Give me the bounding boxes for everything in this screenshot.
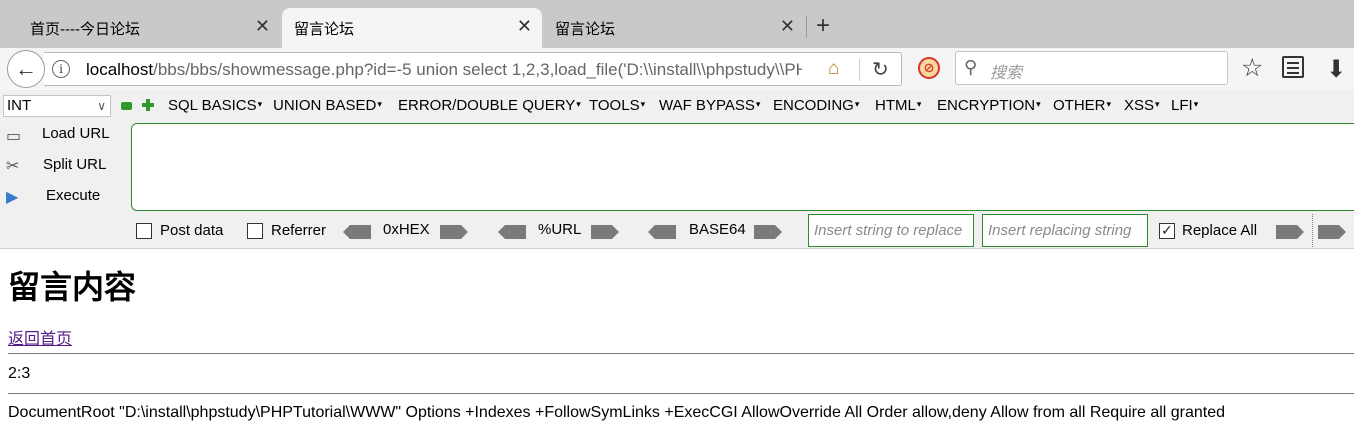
menu-label: WAF BYPASS — [659, 97, 755, 114]
minus-icon[interactable] — [121, 102, 132, 110]
replacing-string-placeholder: Insert replacing string — [988, 222, 1132, 239]
menu-label: ENCODING — [773, 97, 854, 114]
menu-tools[interactable]: TOOLS▾ — [589, 97, 645, 114]
browser-tab[interactable]: 首页----今日论坛 ✕ — [18, 8, 280, 48]
referrer-label: Referrer — [271, 222, 327, 239]
menu-label: ENCRYPTION — [937, 97, 1036, 114]
hackbar-toolbar: INT ∨ SQL BASICS▾ UNION BASED▾ ERROR/DOU… — [0, 90, 1354, 249]
search-placeholder: 搜索 — [990, 65, 1023, 82]
tab-separator — [806, 16, 807, 38]
menu-sql-basics[interactable]: SQL BASICS▾ — [168, 97, 262, 114]
tab-title: 留言论坛 — [294, 21, 355, 38]
hex-encode-arrow-icon[interactable] — [440, 225, 468, 239]
browser-tab[interactable]: 留言论坛 ✕ — [543, 8, 805, 48]
load-url-button[interactable]: Load URL — [42, 125, 110, 142]
type-select-value: INT — [7, 97, 32, 114]
replacing-string-input[interactable]: Insert replacing string — [982, 214, 1148, 247]
replace-all-checkbox[interactable] — [1159, 222, 1175, 239]
menu-union-based[interactable]: UNION BASED▾ — [273, 97, 382, 114]
back-button[interactable]: ← — [7, 50, 45, 88]
url-decode-arrow-icon[interactable] — [498, 225, 526, 239]
reload-icon[interactable]: ↻ — [872, 57, 889, 82]
base64-decode-arrow-icon[interactable] — [648, 225, 676, 239]
menu-label: HTML — [875, 97, 916, 114]
type-select[interactable]: INT ∨ — [3, 95, 111, 117]
menu-encryption[interactable]: ENCRYPTION▾ — [937, 97, 1041, 114]
chevron-down-icon: ∨ — [97, 99, 106, 113]
browser-tab-active[interactable]: 留言论坛 ✕ — [282, 8, 542, 48]
url-host: localhost — [86, 60, 154, 79]
menu-waf-bypass[interactable]: WAF BYPASS▾ — [659, 97, 760, 114]
url-bar[interactable]: i localhost/bbs/bbs/showmessage.php?id=-… — [44, 52, 902, 86]
menu-html[interactable]: HTML▾ — [875, 97, 921, 114]
message-content: DocumentRoot "D:\install\phpstudy\PHPTut… — [8, 404, 1226, 421]
close-tab-icon[interactable]: ✕ — [780, 16, 795, 37]
menu-xss[interactable]: XSS▾ — [1124, 97, 1160, 114]
menu-label: ERROR/DOUBLE QUERY — [398, 97, 576, 114]
split-url-button[interactable]: Split URL — [43, 156, 106, 173]
url-encode-arrow-icon[interactable] — [591, 225, 619, 239]
url-encode-label: %URL — [538, 221, 582, 238]
url-field[interactable]: localhost/bbs/bbs/showmessage.php?id=-5 … — [86, 60, 802, 80]
download-icon[interactable]: ⬇ — [1326, 55, 1346, 84]
menu-lfi[interactable]: LFI▾ — [1171, 97, 1198, 114]
divider — [8, 353, 1354, 354]
bookmark-star-icon[interactable]: ☆ — [1241, 53, 1263, 83]
replace-reverse-arrow-icon[interactable] — [1318, 225, 1346, 239]
hex-label: 0xHEX — [383, 221, 430, 238]
play-icon: ▶ — [6, 189, 19, 206]
menu-error-double-query[interactable]: ERROR/DOUBLE QUERY▾ — [398, 97, 581, 114]
page-title: 留言内容 — [8, 269, 137, 305]
menu-label: XSS — [1124, 97, 1155, 114]
close-tab-icon[interactable]: ✕ — [517, 16, 532, 37]
replace-string-placeholder: Insert string to replace — [814, 222, 963, 239]
message-title: 2:3 — [8, 365, 31, 382]
replace-string-input[interactable]: Insert string to replace — [808, 214, 974, 247]
replace-go-arrow-icon[interactable] — [1276, 225, 1304, 239]
close-tab-icon[interactable]: ✕ — [255, 16, 270, 37]
menu-other[interactable]: OTHER▾ — [1053, 97, 1111, 114]
url-path: /bbs/bbs/showmessage.php?id=-5 union sel… — [153, 60, 802, 79]
post-data-label: Post data — [160, 222, 224, 239]
back-arrow-icon: ← — [15, 56, 37, 81]
hex-decode-arrow-icon[interactable] — [343, 225, 371, 239]
base64-encode-arrow-icon[interactable] — [754, 225, 782, 239]
url-textarea[interactable] — [131, 123, 1354, 211]
reading-list-icon[interactable] — [1282, 56, 1304, 78]
load-url-icon: ▭ — [6, 128, 22, 145]
plus-icon[interactable]: + — [816, 12, 830, 40]
menu-label: SQL BASICS — [168, 97, 257, 114]
menu-label: LFI — [1171, 97, 1193, 114]
menu-label: TOOLS — [589, 97, 640, 114]
divider — [1312, 214, 1313, 247]
plus-icon[interactable] — [142, 99, 154, 111]
info-icon[interactable]: i — [52, 60, 70, 78]
replace-all-label: Replace All — [1182, 222, 1258, 239]
scissors-icon: ✂ — [6, 158, 20, 175]
addon-block-icon[interactable]: ⊘ — [918, 57, 940, 79]
divider — [859, 59, 860, 81]
referrer-checkbox[interactable] — [247, 223, 263, 239]
tab-strip: 首页----今日论坛 ✕ 留言论坛 ✕ 留言论坛 ✕ + — [0, 0, 1354, 48]
post-data-checkbox[interactable] — [136, 223, 152, 239]
base64-label: BASE64 — [689, 221, 746, 238]
tab-title: 首页----今日论坛 — [30, 21, 140, 38]
home-icon[interactable]: ⌂ — [828, 58, 839, 80]
divider — [8, 393, 1354, 394]
menu-label: UNION BASED — [273, 97, 377, 114]
search-box[interactable]: ⚲ 搜索 — [955, 51, 1228, 85]
menu-encoding[interactable]: ENCODING▾ — [773, 97, 859, 114]
back-home-link[interactable]: 返回首页 — [8, 325, 72, 349]
menu-label: OTHER — [1053, 97, 1106, 114]
search-icon: ⚲ — [964, 57, 978, 77]
tab-title: 留言论坛 — [555, 21, 616, 38]
execute-button[interactable]: Execute — [46, 187, 100, 204]
